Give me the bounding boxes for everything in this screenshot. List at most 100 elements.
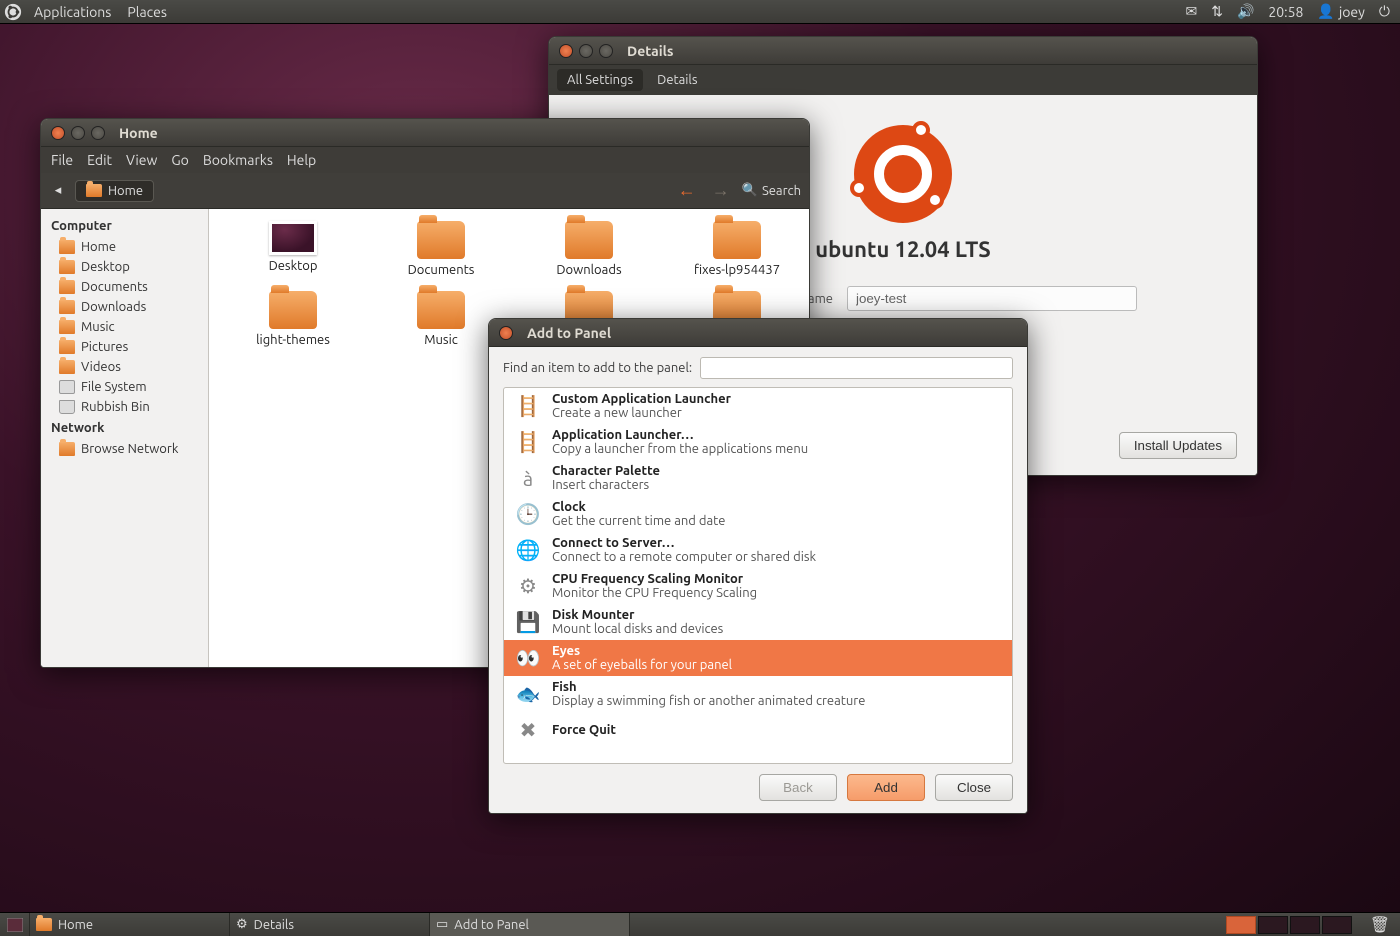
applet-disk-mounter[interactable]: 💾Disk MounterMount local disks and devic…: [504, 604, 1012, 640]
find-input[interactable]: [700, 357, 1013, 379]
add-to-panel-dialog: Add to Panel Find an item to add to the …: [488, 318, 1028, 814]
menu-help[interactable]: Help: [287, 152, 316, 168]
menu-applications[interactable]: Applications: [26, 4, 119, 20]
ubuntu-logo-icon[interactable]: [4, 3, 22, 21]
show-desktop-button[interactable]: [0, 913, 30, 936]
search-label: Search: [762, 184, 801, 198]
folder-icon: [36, 918, 52, 931]
addpanel-titlebar[interactable]: Add to Panel: [489, 319, 1027, 347]
folder-icon: [59, 340, 75, 354]
applet-clock[interactable]: 🕒ClockGet the current time and date: [504, 496, 1012, 532]
folder-icon: [417, 291, 465, 329]
folder-icon: [59, 360, 75, 374]
folder-icon: [269, 291, 317, 329]
applet-custom-application-launcher[interactable]: 🪜Custom Application LauncherCreate a new…: [504, 388, 1012, 424]
ubuntu-logo-large-icon: [854, 125, 952, 223]
install-updates-button[interactable]: Install Updates: [1119, 432, 1237, 459]
sidebar-item-documents[interactable]: Documents: [41, 277, 208, 297]
applet-icon: à: [514, 464, 542, 492]
folder-icon: [59, 320, 75, 334]
minimize-icon[interactable]: [71, 126, 85, 140]
folder-icon: [59, 442, 75, 456]
device-name-input[interactable]: [847, 286, 1137, 311]
sidebar-item-videos[interactable]: Videos: [41, 357, 208, 377]
nautilus-sidebar: Computer HomeDesktopDocumentsDownloads Mu…: [41, 209, 209, 667]
folder-light-themes[interactable]: light-themes: [219, 291, 367, 347]
applet-title: Eyes: [552, 644, 732, 658]
close-icon[interactable]: [499, 326, 513, 340]
minimize-icon[interactable]: [579, 44, 593, 58]
applet-cpu-frequency-scaling-monitor[interactable]: ⚙CPU Frequency Scaling MonitorMonitor th…: [504, 568, 1012, 604]
sidebar-item-home[interactable]: Home: [41, 237, 208, 257]
applet-application-launcher[interactable]: 🪜Application Launcher…Copy a launcher fr…: [504, 424, 1012, 460]
folder-desktop[interactable]: Desktop: [219, 221, 367, 277]
applet-fish[interactable]: 🐟FishDisplay a swimming fish or another …: [504, 676, 1012, 712]
panel-applet-list[interactable]: 🪜Custom Application LauncherCreate a new…: [503, 387, 1013, 764]
workspace-1[interactable]: [1226, 916, 1256, 934]
workspace-3[interactable]: [1290, 916, 1320, 934]
path-segment-home[interactable]: Home: [75, 180, 154, 202]
task-add-to-panel[interactable]: ▭ Add to Panel: [430, 913, 630, 936]
sidebar-item-label: Music: [81, 320, 115, 334]
task-label: Home: [58, 918, 93, 932]
find-label: Find an item to add to the panel:: [503, 361, 692, 375]
folder-documents[interactable]: Documents: [367, 221, 515, 277]
folder-downloads[interactable]: Downloads: [515, 221, 663, 277]
workspace-4[interactable]: [1322, 916, 1352, 934]
sidebar-item-browse-network[interactable]: Browse Network: [41, 439, 208, 459]
task-home[interactable]: Home: [30, 913, 230, 936]
workspace-2[interactable]: [1258, 916, 1288, 934]
sidebar-item-downloads[interactable]: Downloads: [41, 297, 208, 317]
nautilus-titlebar[interactable]: Home: [41, 119, 809, 147]
trash-icon[interactable]: 🗑: [1360, 915, 1400, 934]
folder-icon: [59, 240, 75, 254]
details-breadcrumb: All Settings Details: [549, 65, 1257, 95]
mail-icon[interactable]: ✉: [1185, 3, 1197, 20]
details-titlebar[interactable]: Details: [549, 37, 1257, 65]
path-label: Home: [108, 184, 143, 198]
sidebar-item-pictures[interactable]: Pictures: [41, 337, 208, 357]
search-button[interactable]: 🔍 Search: [742, 183, 801, 198]
network-icon[interactable]: ⇅: [1211, 3, 1223, 20]
menu-view[interactable]: View: [126, 152, 157, 168]
power-icon[interactable]: ⏻: [1379, 3, 1390, 20]
workspace-switcher[interactable]: [1218, 916, 1360, 934]
applet-force-quit[interactable]: ✖Force Quit: [504, 712, 1012, 748]
close-button[interactable]: Close: [935, 774, 1013, 801]
user-menu[interactable]: 👤 joey: [1317, 3, 1365, 20]
applet-eyes[interactable]: 👀EyesA set of eyeballs for your panel: [504, 640, 1012, 676]
sidebar-item-rubbish-bin[interactable]: Rubbish Bin: [41, 397, 208, 417]
sidebar-heading-computer: Computer: [41, 215, 208, 237]
nav-forward-icon[interactable]: →: [708, 180, 734, 201]
close-icon[interactable]: [51, 126, 65, 140]
add-button[interactable]: Add: [847, 774, 925, 801]
maximize-icon[interactable]: [599, 44, 613, 58]
applet-connect-to-server[interactable]: 🌐Connect to Server…Connect to a remote c…: [504, 532, 1012, 568]
sidebar-item-file-system[interactable]: File System: [41, 377, 208, 397]
menu-places[interactable]: Places: [119, 4, 175, 20]
menu-bookmarks[interactable]: Bookmarks: [203, 152, 273, 168]
applet-character-palette[interactable]: àCharacter PaletteInsert characters: [504, 460, 1012, 496]
volume-icon[interactable]: 🔊: [1237, 3, 1254, 20]
menu-go[interactable]: Go: [171, 152, 188, 168]
applet-title: Connect to Server…: [552, 536, 816, 550]
menu-edit[interactable]: Edit: [87, 152, 112, 168]
applet-desc: Connect to a remote computer or shared d…: [552, 550, 816, 564]
trash-icon: [59, 400, 75, 414]
clock[interactable]: 20:58: [1268, 4, 1303, 20]
tab-all-settings[interactable]: All Settings: [557, 69, 643, 91]
task-details[interactable]: ⚙ Details: [230, 913, 430, 936]
sidebar-item-desktop[interactable]: Desktop: [41, 257, 208, 277]
menu-file[interactable]: File: [51, 152, 73, 168]
maximize-icon[interactable]: [91, 126, 105, 140]
path-toggle-button[interactable]: ◂: [49, 179, 67, 203]
folder-label: Downloads: [556, 263, 621, 277]
close-icon[interactable]: [559, 44, 573, 58]
sidebar-item-music[interactable]: Music: [41, 317, 208, 337]
nautilus-toolbar: ◂ Home ← → 🔍 Search: [41, 173, 809, 209]
tab-details[interactable]: Details: [647, 69, 707, 91]
back-button[interactable]: Back: [759, 774, 837, 801]
folder-fixes-lp954437[interactable]: fixes-lp954437: [663, 221, 809, 277]
applet-title: Disk Mounter: [552, 608, 723, 622]
nav-back-icon[interactable]: ←: [674, 180, 700, 201]
